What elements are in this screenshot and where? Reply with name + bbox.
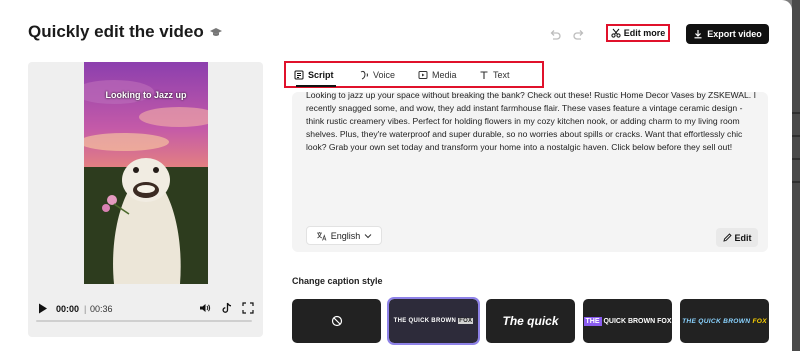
edit-video-modal: Quickly edit the video Edit more Export …	[0, 0, 792, 351]
tab-voice[interactable]: Voice	[359, 70, 395, 80]
caption-style-1[interactable]: THE QUICK BROWN FOX	[387, 297, 480, 345]
scissors-icon	[611, 28, 621, 38]
voice-icon	[360, 70, 368, 80]
chevron-down-icon	[364, 233, 372, 238]
tiktok-icon[interactable]	[221, 302, 233, 314]
text-icon	[480, 71, 488, 79]
download-icon	[694, 30, 702, 39]
edit-script-button[interactable]: Edit	[716, 228, 758, 247]
page-title: Quickly edit the video	[28, 22, 222, 42]
redo-icon[interactable]	[572, 28, 586, 42]
graduation-cap-icon[interactable]	[209, 26, 222, 38]
player-controls: 00:00 | 00:36	[28, 298, 263, 320]
active-tab-indicator	[296, 85, 336, 87]
caption-style-2[interactable]: The quick	[486, 299, 575, 343]
total-time: 00:36	[90, 304, 113, 314]
fullscreen-icon[interactable]	[242, 302, 254, 314]
caption-style-none[interactable]	[292, 299, 381, 343]
translate-icon	[316, 231, 327, 241]
language-dropdown[interactable]: English	[306, 226, 382, 245]
time-separator: |	[84, 304, 87, 314]
play-icon[interactable]	[38, 303, 48, 314]
current-time: 00:00	[56, 304, 80, 314]
tab-script[interactable]: Script	[294, 70, 334, 80]
editor-tabs: Script Voice Media Text	[284, 61, 544, 88]
volume-icon[interactable]	[199, 302, 211, 314]
tab-media[interactable]: Media	[418, 70, 457, 80]
script-text[interactable]: Looking to jazz up your space without br…	[306, 92, 758, 154]
caption-style-3[interactable]: THE QUICK BROWN FOX	[583, 299, 672, 343]
video-preview[interactable]: Looking to Jazz up	[84, 62, 208, 284]
playback-progress-bar[interactable]	[36, 320, 252, 322]
edit-more-button[interactable]: Edit more	[606, 24, 670, 42]
export-video-button[interactable]: Export video	[686, 24, 769, 44]
background-page-edge	[792, 0, 800, 351]
caption-style-4[interactable]: THE QUICK BROWN FOX	[680, 299, 769, 343]
script-icon	[294, 70, 304, 80]
caption-style-heading: Change caption style	[292, 276, 383, 286]
pencil-icon	[722, 233, 732, 242]
media-icon	[418, 71, 428, 79]
tab-text[interactable]: Text	[479, 70, 510, 80]
no-style-icon	[331, 315, 342, 327]
video-caption-overlay: Looking to Jazz up	[105, 90, 187, 100]
caption-style-list: THE QUICK BROWN FOX The quick THE QUICK …	[292, 297, 769, 345]
undo-icon[interactable]	[548, 28, 562, 42]
